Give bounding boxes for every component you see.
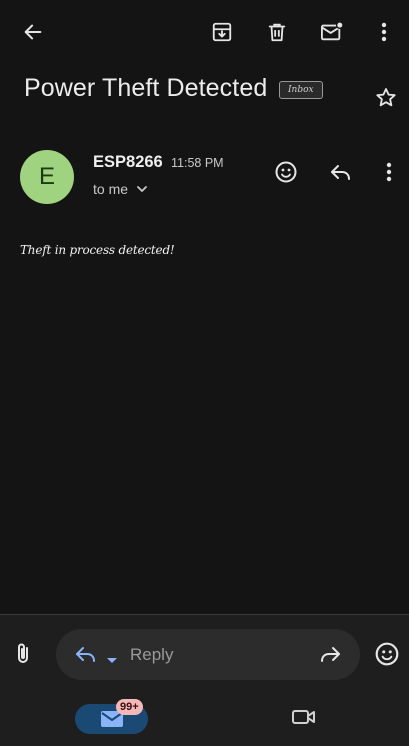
sender-header: E ESP8266 11:58 PM to me [0, 148, 409, 208]
email-body: Theft in process detected! [20, 243, 175, 257]
add-reaction-button[interactable] [266, 152, 306, 192]
delete-button[interactable] [257, 12, 297, 52]
more-vert-icon [381, 22, 387, 42]
trash-icon [268, 23, 286, 42]
avatar[interactable]: E [20, 150, 74, 204]
archive-button[interactable] [202, 12, 242, 52]
reply-button[interactable] [321, 152, 361, 192]
subject-row: Power Theft Detected Inbox [24, 70, 394, 114]
attach-button[interactable] [12, 641, 34, 672]
forward-button[interactable] [318, 643, 342, 670]
more-vert-icon [386, 162, 392, 182]
chevron-down-icon [137, 186, 147, 192]
archive-icon [212, 22, 232, 42]
inbox-label-chip[interactable]: Inbox [279, 81, 323, 99]
emoji-icon [275, 161, 297, 183]
forward-icon [321, 647, 340, 662]
mail-unread-icon [321, 21, 344, 41]
email-subject: Power Theft Detected [24, 74, 268, 102]
recipient-label: to me [93, 181, 129, 197]
star-button[interactable] [374, 86, 398, 115]
reply-field[interactable]: Reply [56, 629, 360, 680]
reply-type-button[interactable] [74, 643, 98, 670]
more-options-button[interactable] [364, 12, 404, 52]
recipient-details-toggle[interactable]: to me [93, 181, 148, 197]
message-more-button[interactable] [369, 152, 409, 192]
emoji-button[interactable] [374, 641, 400, 672]
reply-placeholder: Reply [130, 645, 174, 664]
reply-type-dropdown[interactable] [106, 651, 118, 669]
back-button[interactable] [13, 12, 53, 52]
reply-icon [76, 647, 95, 662]
top-toolbar [0, 0, 409, 64]
nav-meet-tab[interactable] [291, 707, 317, 732]
unread-count-badge: 99+ [116, 699, 143, 715]
emoji-icon [375, 642, 399, 666]
caret-down-icon [107, 658, 117, 663]
mark-unread-button[interactable] [312, 12, 352, 52]
video-camera-icon [292, 710, 315, 724]
reply-icon [331, 165, 350, 180]
arrow-back-icon [24, 24, 42, 40]
attachment-icon [18, 643, 28, 663]
sent-time: 11:58 PM [171, 156, 224, 170]
sender-name[interactable]: ESP8266 [93, 153, 163, 172]
star-icon [376, 88, 396, 107]
